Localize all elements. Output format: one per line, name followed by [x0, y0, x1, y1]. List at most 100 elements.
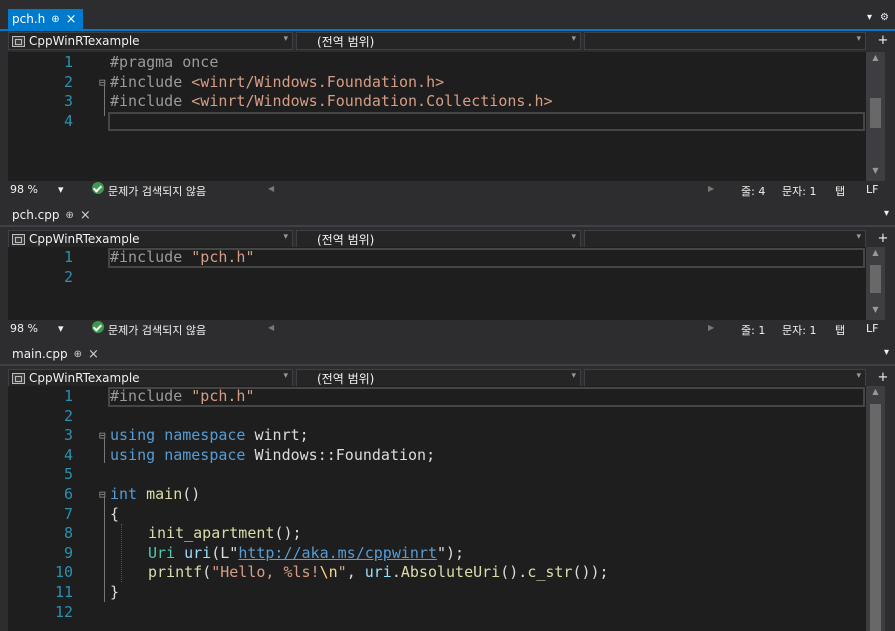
code-line: #include <winrt/Windows.Foundation.h>: [110, 72, 445, 91]
code-editor-pch-cpp[interactable]: 1 #include "pch.h" 2: [8, 247, 866, 320]
zoom-level[interactable]: 98 %: [10, 183, 38, 196]
line-number: 4: [63, 111, 73, 130]
zoom-level[interactable]: 98 %: [10, 322, 38, 335]
project-name: CppWinRTexample: [29, 232, 140, 246]
code-line: {: [110, 504, 120, 523]
vertical-scrollbar[interactable]: ▲ ▼: [866, 52, 885, 181]
scrollbar-thumb[interactable]: [870, 404, 881, 631]
editor-status-bar: 98 % ▾ 문제가 검색되지 않음 ◀ ▶ 줄: 4 문자: 1 탭 LF: [8, 181, 885, 199]
zoom-dropdown-icon[interactable]: ▾: [58, 183, 64, 196]
tab-list-dropdown-icon[interactable]: ▾: [884, 347, 889, 358]
scroll-left-icon[interactable]: ◀: [268, 323, 274, 332]
line-number: 8: [63, 524, 73, 543]
scope-dropdown[interactable]: (전역 범위) ▾: [296, 32, 581, 50]
scroll-right-icon[interactable]: ▶: [708, 323, 714, 332]
pin-icon[interactable]: ⊕: [74, 349, 82, 360]
fold-guide: [104, 437, 105, 463]
line-indicator: 줄: 4: [741, 185, 766, 198]
tab-label: pch.h: [12, 12, 46, 26]
project-dropdown[interactable]: CppWinRTexample ▾: [8, 369, 293, 387]
project-dropdown[interactable]: CppWinRTexample ▾: [8, 230, 293, 248]
code-line: init_apartment();: [148, 524, 302, 543]
line-number: 1: [63, 387, 73, 405]
scroll-left-icon[interactable]: ◀: [268, 184, 274, 193]
tab-list-dropdown-icon[interactable]: ▾: [884, 208, 889, 219]
zoom-dropdown-icon[interactable]: ▾: [58, 322, 64, 335]
code-editor-pch-h[interactable]: 1 #pragma once 2 ⊟ #include <winrt/Windows.…: [8, 52, 866, 181]
line-number: 5: [63, 465, 73, 484]
pin-icon[interactable]: ⊕: [51, 14, 59, 25]
project-dropdown[interactable]: CppWinRTexample ▾: [8, 32, 293, 50]
scope-name: (전역 범위): [317, 34, 375, 49]
line-number: 4: [63, 445, 73, 464]
close-icon[interactable]: ×: [88, 347, 99, 362]
column-indicator: 문자: 1: [782, 324, 817, 337]
member-dropdown[interactable]: ▾: [584, 32, 866, 50]
code-line: #include "pch.h": [110, 387, 255, 405]
chevron-down-icon: ▾: [283, 371, 288, 381]
scroll-up-icon[interactable]: ▲: [866, 53, 885, 62]
line-ending-indicator[interactable]: LF: [866, 183, 878, 196]
scroll-down-icon[interactable]: ▼: [866, 166, 885, 175]
chevron-down-icon: ▾: [283, 232, 288, 242]
project-name: CppWinRTexample: [29, 34, 140, 48]
tab-list-dropdown-icon[interactable]: ▾: [867, 12, 872, 23]
code-line: #pragma once: [110, 53, 219, 71]
chevron-down-icon: ▾: [571, 232, 576, 242]
line-ending-indicator[interactable]: LF: [866, 322, 878, 335]
vertical-scrollbar[interactable]: ▲: [866, 386, 885, 631]
issues-status[interactable]: 문제가 검색되지 않음: [108, 183, 206, 199]
scope-name: (전역 범위): [317, 232, 375, 247]
close-icon[interactable]: ×: [80, 208, 91, 223]
close-icon[interactable]: ×: [66, 12, 77, 27]
split-window-icon[interactable]: +: [875, 232, 891, 248]
chevron-down-icon: ▾: [571, 34, 576, 44]
fold-guide: [104, 496, 105, 602]
pane-pch-cpp: pch.cpp ⊕ × ▾ CppWinRTexample ▾ (전역 범위) …: [0, 205, 895, 249]
member-dropdown[interactable]: ▾: [584, 230, 866, 248]
tab-main-cpp[interactable]: main.cpp ⊕ ×: [8, 344, 105, 364]
chevron-down-icon: ▾: [283, 34, 288, 44]
issues-status[interactable]: 문제가 검색되지 않음: [108, 322, 206, 338]
pin-icon[interactable]: ⊕: [65, 210, 73, 221]
line-number: 1: [63, 248, 73, 266]
tab-strip: main.cpp ⊕ × ▾: [0, 344, 895, 366]
code-line: int main(): [110, 484, 201, 503]
line-number: 1: [63, 53, 73, 71]
column-indicator: 문자: 1: [782, 185, 817, 198]
settings-icon[interactable]: ⚙: [880, 12, 889, 23]
member-dropdown[interactable]: ▾: [584, 369, 866, 387]
scroll-up-icon[interactable]: ▲: [866, 387, 885, 396]
scope-dropdown[interactable]: (전역 범위) ▾: [296, 369, 581, 387]
project-icon: [12, 233, 25, 245]
chevron-down-icon: ▾: [571, 371, 576, 381]
url-link[interactable]: http://aka.ms/cppwinrt: [238, 544, 437, 562]
scrollbar-thumb[interactable]: [870, 265, 881, 293]
vertical-scrollbar[interactable]: ▲ ▼: [866, 247, 885, 320]
split-window-icon[interactable]: +: [875, 34, 891, 50]
line-number: 7: [63, 504, 73, 523]
scope-name: (전역 범위): [317, 371, 375, 386]
line-number: 9: [63, 543, 73, 562]
scroll-down-icon[interactable]: ▼: [866, 305, 885, 314]
code-line: #include <winrt/Windows.Foundation.Colle…: [110, 92, 553, 111]
split-window-icon[interactable]: +: [875, 371, 891, 387]
line-number: 11: [54, 582, 73, 601]
navigation-bar: CppWinRTexample ▾ (전역 범위) ▾ ▾ +: [0, 368, 895, 388]
tab-pch-h[interactable]: pch.h ⊕ ×: [8, 9, 83, 29]
check-circle-icon: [92, 321, 104, 333]
scrollbar-thumb[interactable]: [870, 98, 881, 128]
tab-label: main.cpp: [12, 347, 68, 361]
line-number: 2: [63, 406, 73, 425]
code-line: using namespace winrt;: [110, 426, 309, 445]
scroll-right-icon[interactable]: ▶: [708, 184, 714, 193]
chevron-down-icon: ▾: [856, 232, 861, 242]
line-number: 2: [63, 72, 73, 91]
tab-pch-cpp[interactable]: pch.cpp ⊕ ×: [8, 205, 97, 225]
scope-dropdown[interactable]: (전역 범위) ▾: [296, 230, 581, 248]
scroll-up-icon[interactable]: ▲: [866, 248, 885, 257]
code-editor-main-cpp[interactable]: 1 #include "pch.h" 2 3 ⊟ using namespace wi…: [8, 386, 866, 631]
code-line: #include "pch.h": [110, 248, 255, 266]
line-indicator: 줄: 1: [741, 324, 766, 337]
code-line: using namespace Windows::Foundation;: [110, 445, 436, 464]
